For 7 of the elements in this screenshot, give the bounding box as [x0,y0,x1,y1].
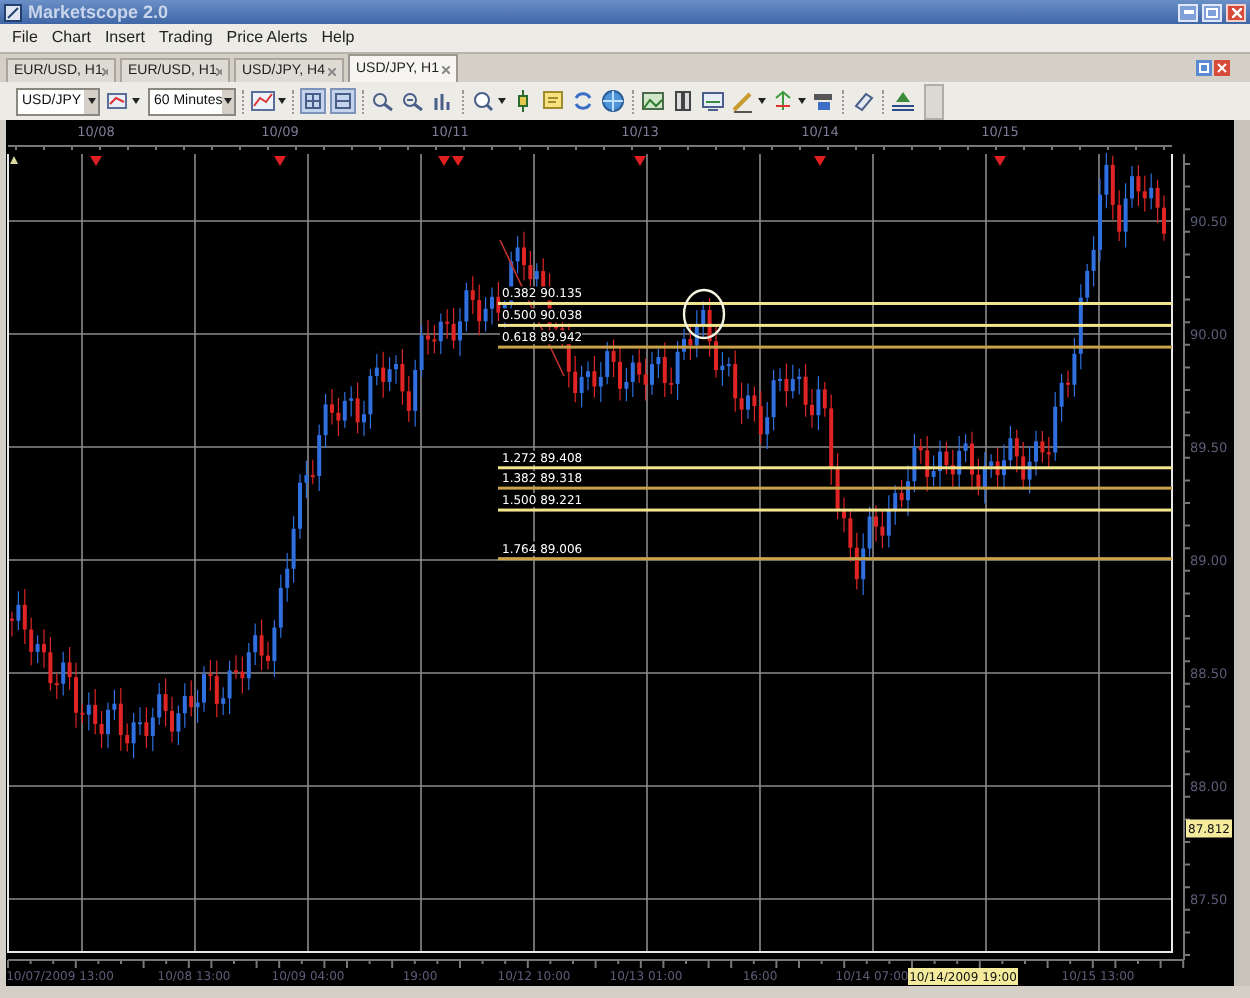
menu-item[interactable]: Price Alerts [226,30,308,46]
menu-item[interactable]: File [12,30,38,46]
menu-item[interactable]: Help [321,30,355,46]
menu-item[interactable]: Chart [51,30,91,46]
menu-item[interactable]: Trading [158,30,213,46]
window-title: Marketscope 2.0 [28,3,169,21]
menu-item[interactable]: Insert [104,30,145,46]
